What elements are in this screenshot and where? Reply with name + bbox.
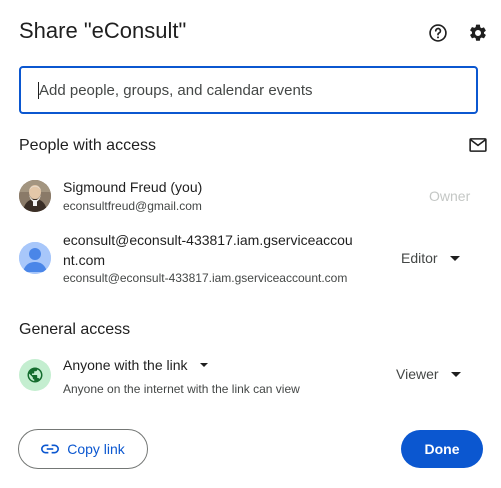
text-cursor [38, 82, 39, 99]
person-email: econsultfreud@gmail.com [63, 199, 202, 213]
link-icon [41, 444, 60, 454]
profile-photo [19, 180, 51, 212]
general-access-heading: General access [19, 321, 131, 338]
dialog-title: Share "eConsult" [19, 18, 187, 43]
link-access-label: Anyone with the link [63, 357, 188, 373]
dropdown-arrow-icon [199, 363, 208, 367]
help-button[interactable] [424, 19, 452, 47]
gear-icon [470, 24, 486, 41]
avatar [19, 242, 51, 274]
editor-role-dropdown[interactable]: Editor [401, 250, 460, 266]
person-icon [19, 242, 51, 274]
copy-link-button[interactable]: Copy link [18, 429, 148, 469]
role-label: Editor [401, 250, 438, 266]
add-people-input[interactable] [19, 66, 478, 114]
dropdown-arrow-icon [449, 255, 460, 261]
person-name: Sigmound Freud (you) [63, 179, 203, 195]
person-name-line1: econsult@econsult-433817.iam.gserviceacc… [63, 232, 353, 248]
dropdown-arrow-icon [450, 371, 461, 377]
done-label: Done [424, 441, 460, 457]
help-circle-icon [429, 24, 447, 42]
avatar [19, 180, 51, 212]
person-email: econsult@econsult-433817.iam.gserviceacc… [63, 271, 348, 285]
settings-button[interactable] [464, 19, 492, 47]
email-people-button[interactable] [467, 136, 489, 154]
mail-icon [469, 138, 487, 152]
copy-link-label: Copy link [67, 441, 125, 457]
globe-badge [19, 359, 51, 391]
link-access-description: Anyone on the internet with the link can… [63, 382, 300, 396]
link-access-dropdown[interactable]: Anyone with the link [63, 357, 208, 373]
owner-role-label: Owner [429, 188, 471, 204]
done-button[interactable]: Done [401, 430, 483, 468]
person-name-line2: nt.com [63, 252, 106, 268]
viewer-role-dropdown[interactable]: Viewer [396, 366, 461, 382]
people-with-access-heading: People with access [19, 137, 156, 154]
globe-icon [27, 367, 43, 383]
role-label: Viewer [396, 366, 439, 382]
